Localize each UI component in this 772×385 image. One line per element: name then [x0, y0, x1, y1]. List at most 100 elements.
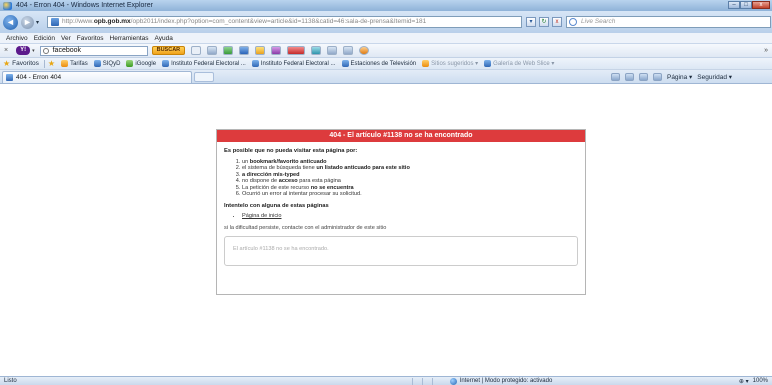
window-title: 404 - Erron 404 - Windows Internet Explo… [16, 2, 153, 9]
status-panel [431, 377, 442, 385]
favicon [251, 60, 259, 67]
menu-herramientas[interactable]: Herramientas [110, 35, 149, 42]
fav-item-sitios-sugeridos[interactable]: Sitios sugeridos ▾ [422, 60, 478, 67]
news-icon[interactable] [239, 46, 250, 55]
fav-item-igoogle[interactable]: iGoogle [126, 60, 156, 67]
reason-text: La petición de este recurso [242, 184, 311, 191]
new-tab-button[interactable] [194, 71, 214, 82]
settings-icon[interactable] [327, 46, 338, 55]
menu-ayuda[interactable]: Ayuda [155, 35, 173, 42]
answers-icon[interactable] [255, 46, 266, 55]
toolbar-search-input[interactable]: facebook [39, 45, 148, 56]
history-dropdown-icon[interactable]: ▾ [36, 19, 39, 26]
close-button[interactable]: x [752, 1, 770, 9]
fav-item-estaciones[interactable]: Estaciones de Televisión [341, 60, 417, 67]
security-zone[interactable]: Internet | Modo protegido: activado [449, 377, 553, 385]
list-item: Ocurrió un error al intentar procesar su… [242, 191, 578, 198]
menu-ver[interactable]: Ver [61, 35, 71, 42]
fav-item-label: Tarifas [70, 60, 88, 67]
firefox-icon[interactable] [359, 46, 370, 55]
zoom-level: 100% [752, 378, 768, 384]
reason-bold: a dirección mis-typed [242, 171, 300, 178]
minimize-button[interactable]: – [728, 1, 740, 9]
reason-text: el sistema de búsqueda tiene [242, 165, 317, 171]
page-menu[interactable]: Página ▾ [667, 73, 692, 81]
feeds-icon[interactable] [624, 72, 634, 81]
reason-bold: acceso [278, 178, 298, 184]
menu-favoritos[interactable]: Favoritos [77, 35, 104, 42]
reason-heading: Es posible que no pueda visitar esta pág… [224, 148, 358, 154]
home-icon[interactable] [610, 72, 620, 81]
fav-item-label: Instituto Federal Electoral ... [171, 60, 246, 67]
forward-button[interactable]: ► [21, 15, 34, 29]
live-search-input[interactable]: Live Search [566, 16, 772, 28]
weather-icon[interactable] [311, 46, 322, 55]
favorites-divider [43, 59, 45, 68]
reason-text: un [242, 158, 250, 165]
reason-text: no dispone de [242, 178, 279, 184]
mail-icon[interactable] [207, 46, 218, 55]
tab-bar: 404 - Erron 404 Página ▾ Seguridad ▾ [0, 70, 772, 84]
close-toolbar-icon[interactable]: × [4, 47, 8, 54]
add-favorite-icon[interactable]: ★ [48, 59, 55, 68]
search-icon [42, 47, 49, 54]
menu-bar: Archivo Edición Ver Favoritos Herramient… [0, 33, 772, 44]
error-message-box: El artículo #1138 no se ha encontrado. [224, 236, 578, 266]
reason-text: para esta página [297, 178, 341, 184]
status-panel [411, 377, 422, 385]
fav-item-ife-2[interactable]: Instituto Federal Electoral ... [251, 60, 336, 67]
fav-item-tarifas[interactable]: Tarifas [61, 60, 88, 67]
games-icon[interactable] [223, 46, 234, 55]
favorites-star-icon[interactable]: ★ [3, 59, 10, 68]
menu-archivo[interactable]: Archivo [6, 35, 28, 42]
yahoo-logo-icon[interactable]: Y! [16, 46, 31, 55]
safety-menu[interactable]: Seguridad ▾ [697, 73, 732, 81]
favorites-bar: ★ Favoritos ★ Tarifas SIQyD iGoogle Inst… [0, 58, 772, 70]
reason-bold: bookmark/favorito anticuado [249, 158, 327, 165]
browser-window: 404 - Erron 404 - Windows Internet Explo… [0, 0, 772, 385]
buscar-button[interactable]: BUSCAR [151, 46, 186, 55]
ie-icon [3, 1, 12, 10]
toolbar-options-icon[interactable]: » [764, 47, 768, 54]
url-domain: opb.gob.mx [93, 18, 131, 25]
page-tools-icon[interactable] [343, 46, 354, 55]
url-dropdown-icon[interactable]: ▾ [526, 17, 537, 27]
read-mail-icon[interactable] [638, 72, 648, 81]
fav-item-web-slice[interactable]: Galería de Web Slice ▾ [484, 60, 554, 67]
command-bar: Página ▾ Seguridad ▾ [610, 72, 732, 81]
yahoo-dropdown-icon[interactable]: ▾ [32, 48, 35, 54]
favicon [61, 60, 69, 67]
zone-label: Internet | Modo protegido: activado [459, 378, 553, 384]
print-icon[interactable] [652, 72, 662, 81]
zoom-control[interactable]: ⊕ ▾ 100% [739, 378, 768, 385]
tab-label: 404 - Erron 404 [16, 73, 62, 81]
reason-bold: un listado anticuado para este sitio [316, 165, 410, 171]
fav-item-ife-1[interactable]: Instituto Federal Electoral ... [162, 60, 246, 67]
highlight-icon[interactable] [191, 46, 202, 55]
home-page-link[interactable]: Página de inicio [242, 213, 282, 219]
toolbar-search-value: facebook [52, 46, 82, 54]
maximize-button[interactable]: □ [740, 1, 752, 9]
title-bar: 404 - Erron 404 - Windows Internet Explo… [0, 0, 772, 11]
menu-edicion[interactable]: Edición [34, 35, 55, 42]
favicon [422, 60, 430, 67]
yahoo-toolbar: × Y! ▾ facebook BUSCAR » [0, 44, 772, 58]
favorites-label[interactable]: Favoritos [12, 60, 39, 67]
zoom-icon: ⊕ ▾ [738, 378, 749, 385]
fav-item-label: Instituto Federal Electoral ... [260, 60, 336, 67]
fav-item-siqyd[interactable]: SIQyD [93, 60, 120, 67]
flickr-icon[interactable] [287, 46, 306, 55]
favicon [93, 60, 101, 67]
globe-icon [449, 377, 457, 385]
tab-active[interactable]: 404 - Erron 404 [2, 70, 192, 83]
messenger-icon[interactable] [271, 46, 282, 55]
page-icon [51, 18, 60, 26]
back-button[interactable]: ◄ [3, 14, 18, 30]
stop-icon[interactable]: x [552, 17, 563, 27]
status-bar: Listo Internet | Modo protegido: activad… [0, 376, 772, 385]
refresh-icon[interactable]: ↻ [539, 17, 550, 27]
url-field[interactable]: http://www. opb.gob.mx/opb2011/index.php?… [47, 16, 523, 28]
fav-item-label: Estaciones de Televisión [350, 60, 417, 67]
error-box: 404 - El artículo #1138 no se ha encontr… [216, 129, 586, 295]
link-list: Página de inicio [242, 213, 578, 220]
